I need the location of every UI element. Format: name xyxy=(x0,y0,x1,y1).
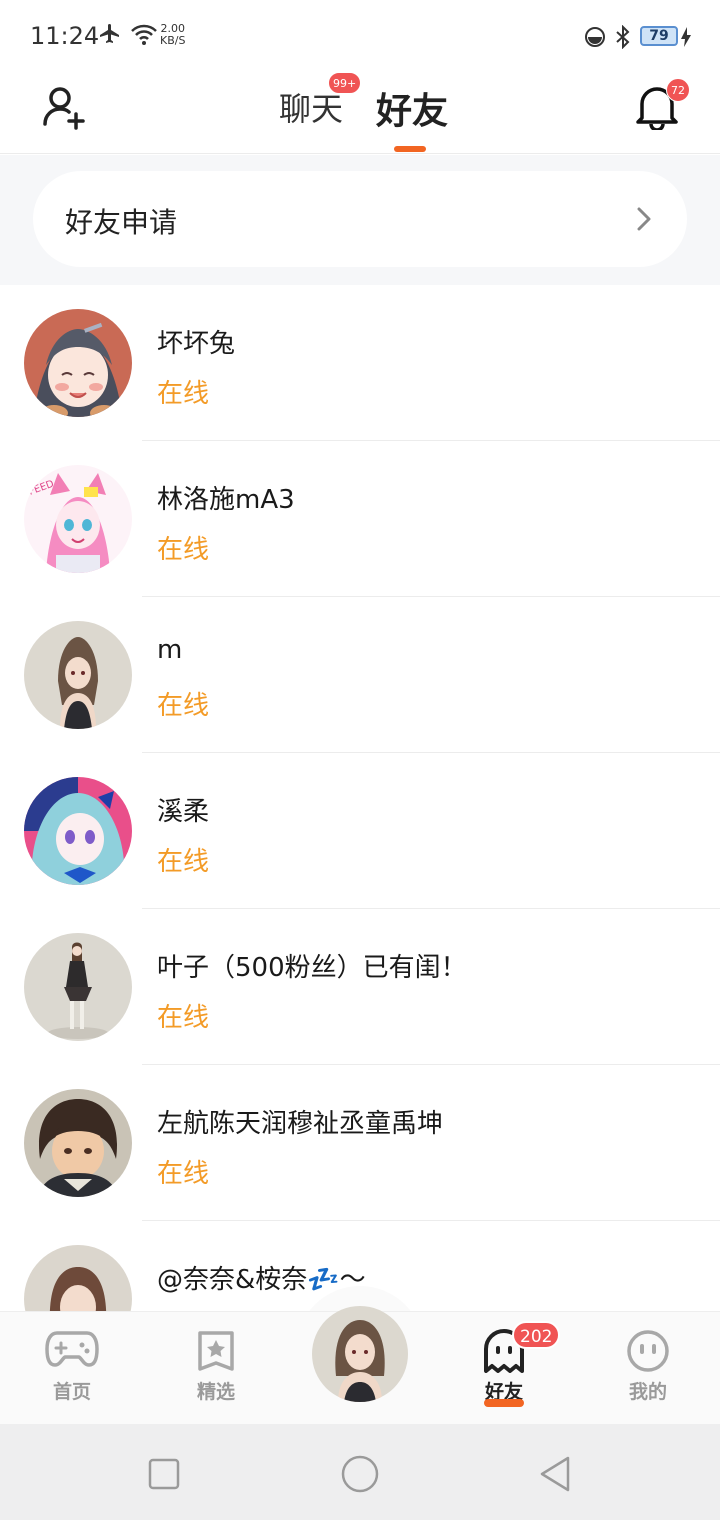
friend-name: m xyxy=(157,635,183,665)
friend-name: 林洛施mA3 xyxy=(157,485,295,515)
charging-icon xyxy=(681,27,691,47)
network-speed-unit: KB/S xyxy=(160,34,186,47)
friend-row[interactable]: 叶子（500粉丝）已有闺！ 在线 xyxy=(0,909,720,1065)
nav-featured-label: 精选 xyxy=(196,1381,235,1403)
nav-home[interactable]: 首页 xyxy=(22,1311,122,1424)
friend-status: 在线 xyxy=(157,379,210,409)
nav-home-label: 首页 xyxy=(52,1381,91,1403)
friend-status: 在线 xyxy=(157,1003,210,1033)
active-tab-indicator xyxy=(394,146,426,152)
recents-square-icon[interactable] xyxy=(144,1454,184,1494)
back-triangle-icon[interactable] xyxy=(536,1454,576,1494)
friend-status: 在线 xyxy=(157,691,210,721)
nav-active-indicator xyxy=(484,1399,524,1407)
system-navigation-bar xyxy=(0,1424,720,1520)
gamepad-icon xyxy=(45,1331,99,1367)
friend-name: 溪柔 xyxy=(157,797,210,827)
do-not-disturb-icon xyxy=(585,27,605,47)
avatar xyxy=(24,1089,132,1197)
friend-row[interactable]: 坏坏兔 在线 xyxy=(0,285,720,441)
friend-request-button[interactable]: 好友申请 xyxy=(33,171,687,267)
friend-name: 叶子（500粉丝）已有闺！ xyxy=(157,953,467,983)
chevron-right-icon xyxy=(637,207,651,231)
avatar xyxy=(24,1245,132,1311)
avatar xyxy=(24,933,132,1041)
add-friend-icon[interactable] xyxy=(40,84,88,132)
friend-request-label: 好友申请 xyxy=(65,206,178,239)
friend-name: 坏坏兔 xyxy=(157,329,236,359)
friend-row[interactable]: m 在线 xyxy=(0,597,720,753)
friend-row[interactable]: 溪柔 在线 xyxy=(0,753,720,909)
status-time: 11:24 xyxy=(30,22,100,50)
chat-unread-badge: 99+ xyxy=(328,72,362,94)
friend-list: 坏坏兔 在线 FEED 林洛施mA3 在线 m 在线 溪柔 在线 叶子（500粉… xyxy=(0,285,720,1311)
nav-me[interactable]: 我的 xyxy=(598,1311,698,1424)
home-circle-icon[interactable] xyxy=(340,1454,380,1494)
avatar xyxy=(312,1306,408,1402)
top-header: 聊天 99+ 好友 72 xyxy=(0,70,720,154)
tab-friends[interactable]: 好友 xyxy=(376,82,448,134)
friend-status: 在线 xyxy=(157,847,210,877)
star-card-icon xyxy=(198,1331,234,1371)
friend-request-section: 好友申请 xyxy=(0,155,720,285)
avatar xyxy=(24,777,132,885)
friend-name: 左航陈天润穆祉丞童禹坤 xyxy=(157,1109,444,1139)
airplane-icon xyxy=(100,24,119,43)
center-avatar-button[interactable] xyxy=(312,1306,408,1402)
wifi-icon xyxy=(131,24,157,45)
bluetooth-icon xyxy=(616,25,630,49)
network-speed: 2.00 KB/S xyxy=(160,23,185,47)
friend-row[interactable]: 左航陈天润穆祉丞童禹坤 在线 xyxy=(0,1065,720,1221)
status-bar: 11:24 2.00 KB/S 79 xyxy=(0,0,720,70)
notification-badge: 72 xyxy=(666,78,690,102)
friend-status: 在线 xyxy=(157,535,210,565)
friend-row[interactable]: FEED 林洛施mA3 在线 xyxy=(0,441,720,597)
nav-me-label: 我的 xyxy=(628,1381,667,1403)
face-icon xyxy=(627,1330,669,1372)
avatar xyxy=(24,621,132,729)
friends-badge: 202 xyxy=(512,1321,561,1349)
avatar: FEED xyxy=(24,465,132,573)
avatar xyxy=(24,309,132,417)
battery-level: 79 xyxy=(640,26,678,46)
friend-status: 在线 xyxy=(157,1159,210,1189)
nav-featured[interactable]: 精选 xyxy=(166,1311,266,1424)
